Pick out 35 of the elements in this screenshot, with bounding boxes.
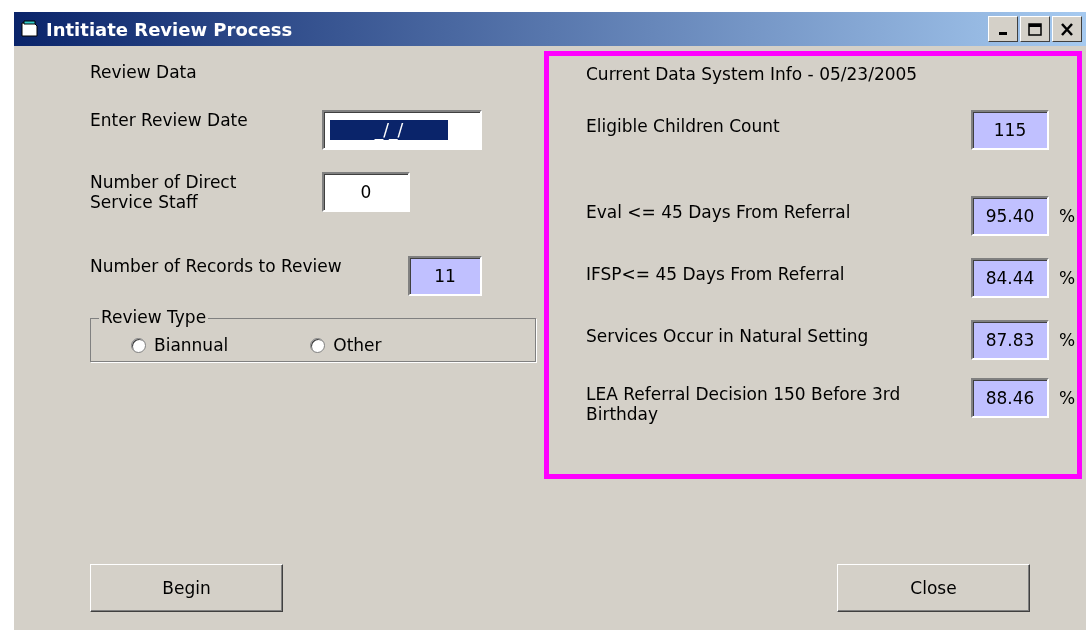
info-label: Eligible Children Count [586, 116, 781, 136]
section-heading: Current Data System Info - 05/23/2005 [586, 64, 919, 84]
value-field: 95.40 [971, 196, 1049, 236]
field-label: Number of Direct Service Staff [90, 172, 238, 212]
unit-label: % [1059, 330, 1076, 350]
info-label: IFSP<= 45 Days From Referral [586, 264, 846, 284]
field-label: Enter Review Date [90, 110, 249, 130]
radio-button[interactable]: Other [310, 335, 382, 355]
maximize-button[interactable] [1020, 16, 1050, 42]
input-field[interactable]: 0 [322, 172, 410, 212]
group-label: Review Type [99, 307, 209, 327]
unit-label: % [1059, 388, 1076, 408]
close-icon [1060, 22, 1074, 36]
maximize-icon [1028, 22, 1042, 36]
push-button[interactable]: Close [837, 564, 1030, 612]
window-icon [20, 20, 40, 38]
close-button[interactable] [1052, 16, 1082, 42]
value-field: 84.44 [971, 258, 1049, 298]
value-field: 87.83 [971, 320, 1049, 360]
info-label: Eval <= 45 Days From Referral [586, 202, 852, 222]
input-field[interactable]: 11 [408, 256, 482, 296]
radio-button[interactable]: Biannual [131, 335, 229, 355]
info-label: LEA Referral Decision 150 Before 3rd Birthday [586, 384, 902, 424]
minimize-icon [999, 31, 1007, 35]
info-label: Services Occur in Natural Setting [586, 326, 870, 346]
minimize-button[interactable] [988, 16, 1018, 42]
value-field: 115 [971, 110, 1049, 150]
value-field: 88.46 [971, 378, 1049, 418]
input-field[interactable]: _/_/ [322, 110, 482, 150]
section-heading: Review Data [90, 62, 198, 82]
unit-label: % [1059, 268, 1076, 288]
field-label: Number of Records to Review [90, 256, 343, 276]
unit-label: % [1059, 206, 1076, 226]
window-title: Intitiate Review Process [46, 18, 294, 40]
push-button[interactable]: Begin [90, 564, 283, 612]
